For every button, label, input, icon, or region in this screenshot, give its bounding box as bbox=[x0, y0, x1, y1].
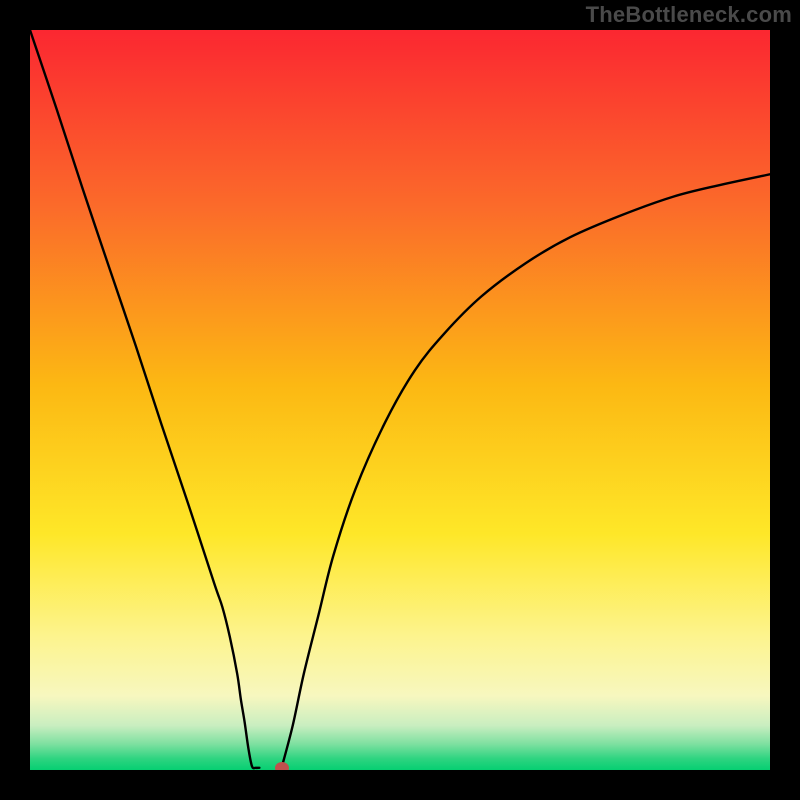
curve bbox=[30, 30, 770, 770]
marker-dot bbox=[275, 762, 289, 770]
curve-left-branch bbox=[30, 30, 259, 768]
watermark-text: TheBottleneck.com bbox=[586, 2, 792, 28]
plot-area bbox=[30, 30, 770, 770]
chart-frame: TheBottleneck.com bbox=[0, 0, 800, 800]
curve-right-branch bbox=[282, 174, 770, 767]
